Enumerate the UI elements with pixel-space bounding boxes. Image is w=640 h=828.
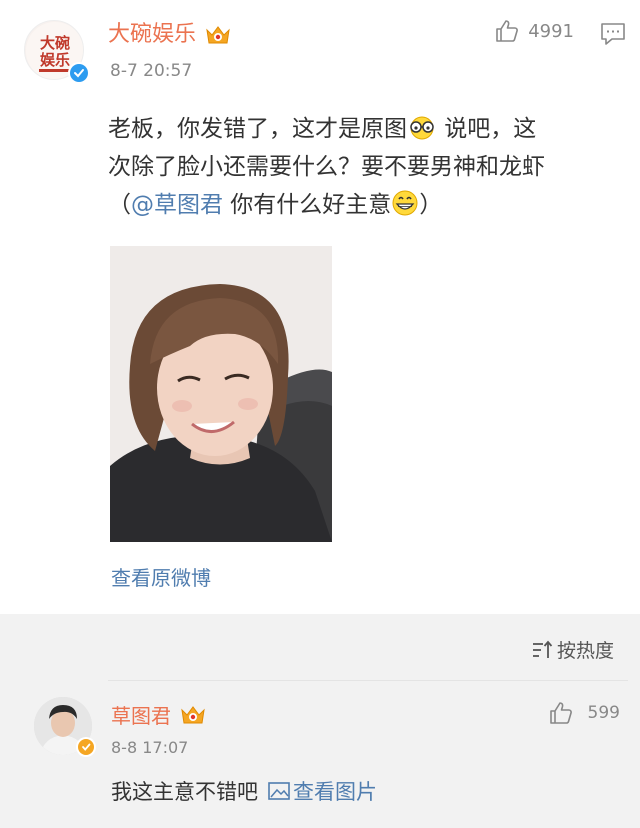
post-timestamp: 8-7 20:57 [110, 61, 193, 81]
comment-text-row: 我这主意不错吧 查看图片 [111, 776, 377, 806]
post-image[interactable] [110, 246, 332, 542]
post-text-segment: （ [108, 192, 131, 218]
comment-timestamp: 8-8 17:07 [111, 738, 189, 757]
comment-text: 我这主意不错吧 [111, 780, 258, 804]
glasses-face-icon [410, 116, 434, 140]
comment-like-count: 599 [587, 703, 620, 723]
post-text-line-1: 老板，你发错了，这才是原图 说吧，这 [108, 110, 628, 148]
thumbs-up-icon [549, 702, 572, 724]
mention-link[interactable]: @草图君 [131, 192, 223, 218]
vip-crown-icon [206, 26, 230, 44]
commenter-avatar[interactable] [34, 697, 96, 757]
image-icon [268, 782, 290, 800]
post-text-line-2: 次除了脸小还需要什么？要不要男神和龙虾 [108, 154, 545, 180]
commenter-name[interactable]: 草图君 [111, 700, 171, 729]
verified-badge-icon [76, 737, 96, 757]
author-name[interactable]: 大碗娱乐 [108, 20, 196, 50]
post-text-segment: ） [419, 192, 443, 218]
post-text-segment: 你有什么好主意 [223, 192, 392, 218]
commenter-name-row: 草图君 [111, 700, 207, 729]
post-like-count: 4991 [528, 20, 574, 42]
verified-badge-icon [68, 62, 90, 84]
view-image-link[interactable]: 查看图片 [268, 776, 377, 806]
post-text-segment: 说吧，这 [437, 116, 537, 142]
thumbs-up-icon [496, 20, 519, 42]
comment-like-button[interactable]: 599 [548, 700, 620, 726]
comments-divider [108, 680, 628, 681]
post-card: 大碗 娱乐 大碗娱乐 8-7 20:57 4991 老板，你发错了，这才是原图 … [0, 0, 640, 614]
author-name-row: 大碗娱乐 [108, 20, 232, 50]
vip-crown-icon [181, 705, 205, 723]
svg-text:大碗: 大碗 [40, 34, 70, 52]
sort-icon [532, 640, 553, 658]
view-original-link[interactable]: 查看原微博 [111, 562, 211, 591]
author-avatar[interactable]: 大碗 娱乐 [24, 20, 90, 84]
grin-face-icon [392, 190, 418, 216]
comment-bubble-icon[interactable] [600, 22, 626, 46]
post-text: 老板，你发错了，这才是原图 说吧，这 次除了脸小还需要什么？要不要男神和龙虾 （… [108, 110, 628, 224]
sort-label: 按热度 [556, 640, 614, 662]
post-text-line-3: （@草图君 你有什么好主意 ） [108, 186, 628, 224]
svg-text:娱乐: 娱乐 [40, 51, 70, 69]
post-like-button[interactable]: 4991 [494, 18, 574, 44]
view-image-label: 查看图片 [293, 780, 377, 804]
post-text-segment: 老板，你发错了，这才是原图 [108, 116, 407, 142]
sort-by-hot-button[interactable]: 按热度 [531, 636, 614, 663]
